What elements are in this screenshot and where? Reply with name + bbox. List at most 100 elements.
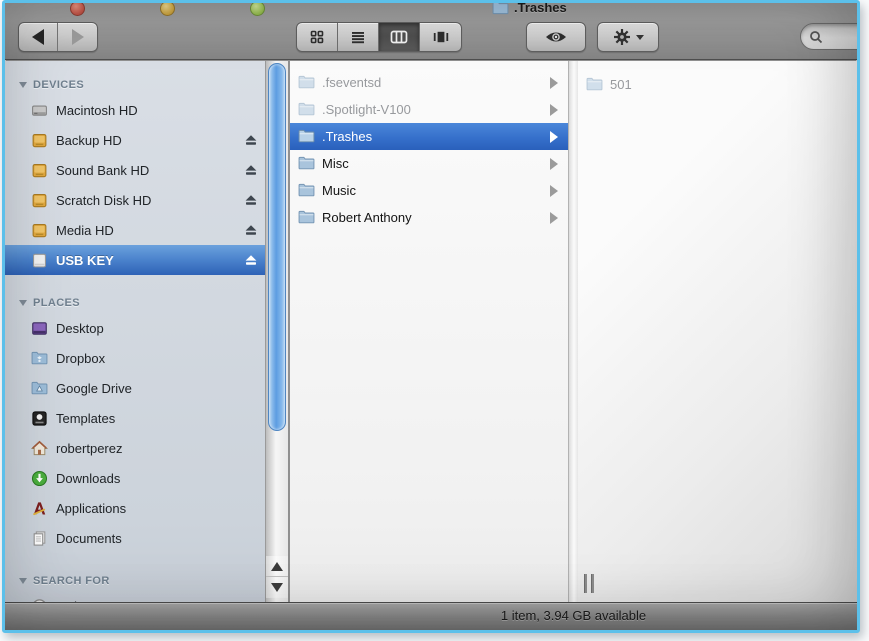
column-view-button[interactable]	[379, 23, 420, 51]
file-row-misc[interactable]: Misc	[290, 150, 568, 177]
sidebar-section-label: DEVICES	[33, 79, 84, 91]
sidebar-item-sound-bank-hd[interactable]: Sound Bank HD	[5, 155, 265, 185]
search-input[interactable]	[827, 30, 860, 44]
list-view-button[interactable]	[338, 23, 379, 51]
sidebar-item-label: Macintosh HD	[56, 103, 259, 118]
sidebar-item-google-drive[interactable]: Google Drive	[5, 373, 265, 403]
sidebar-item-dropbox[interactable]: Dropbox	[5, 343, 265, 373]
folder-icon	[298, 128, 315, 145]
column-divider[interactable]	[568, 61, 578, 602]
sidebar-item-usb-key[interactable]: USB KEY	[5, 245, 265, 275]
finder-window: .Trashes	[2, 0, 860, 633]
forward-arrow-icon	[72, 29, 84, 45]
folder-icon	[492, 0, 509, 15]
action-menu-button[interactable]	[597, 22, 659, 52]
templates-icon	[30, 409, 48, 427]
gdrive-folder-icon	[30, 379, 48, 397]
magnifier-icon	[809, 30, 823, 44]
sidebar-item-label: Dropbox	[56, 351, 259, 366]
disclosure-triangle-icon[interactable]	[19, 578, 27, 584]
window-title-text: .Trashes	[514, 0, 567, 15]
sidebar-section-gap	[5, 275, 265, 293]
sidebar-section-gap	[5, 553, 265, 571]
sidebar-item-downloads[interactable]: Downloads	[5, 463, 265, 493]
external-hd-icon	[30, 161, 48, 179]
sidebar-item-templates[interactable]: Templates	[5, 403, 265, 433]
eject-button[interactable]	[242, 132, 259, 149]
cover-flow-icon	[432, 29, 450, 45]
folder-icon	[298, 182, 315, 199]
sidebar-item-applications[interactable]: Applications	[5, 493, 265, 523]
back-button[interactable]	[19, 23, 58, 51]
quick-look-button[interactable]	[526, 22, 586, 52]
external-hd-icon	[30, 221, 48, 239]
sidebar-section-header-places[interactable]: PLACES	[5, 293, 265, 313]
folder-icon	[298, 101, 315, 118]
disclosure-triangle-icon[interactable]	[19, 300, 27, 306]
sidebar: DEVICES Macintosh HD Backup HD Sound Bank H…	[5, 61, 265, 602]
column-resize-handle[interactable]	[582, 574, 598, 594]
eye-icon	[544, 29, 568, 45]
eject-button[interactable]	[242, 222, 259, 239]
chevron-right-icon	[550, 158, 558, 170]
sidebar-section-label: PLACES	[33, 297, 80, 309]
folder-icon	[298, 74, 315, 91]
sidebar-item-documents[interactable]: Documents	[5, 523, 265, 553]
column-browser-column-2: 501	[578, 61, 857, 602]
scroll-down-button[interactable]	[266, 577, 288, 598]
file-row-music[interactable]: Music	[290, 177, 568, 204]
sidebar-item-media-hd[interactable]: Media HD	[5, 215, 265, 245]
eject-button[interactable]	[242, 192, 259, 209]
search-field[interactable]	[800, 23, 860, 50]
folder-icon	[298, 209, 315, 226]
sidebar-item-label: Downloads	[56, 471, 259, 486]
sidebar-item-label: Scratch Disk HD	[56, 193, 234, 208]
file-row-501[interactable]: 501	[578, 71, 857, 98]
sidebar-scrollbar[interactable]	[265, 61, 289, 602]
sidebar-item-label: Desktop	[56, 321, 259, 336]
sidebar-scrollbar-thumb[interactable]	[268, 63, 286, 431]
disclosure-triangle-icon[interactable]	[19, 82, 27, 88]
scroll-up-icon	[271, 562, 283, 571]
main-content: DEVICES Macintosh HD Backup HD Sound Bank H…	[5, 61, 857, 602]
sidebar-item-label: Backup HD	[56, 133, 234, 148]
icon-view-button[interactable]	[297, 23, 338, 51]
chevron-right-icon	[550, 131, 558, 143]
action-menu-arrow-icon	[636, 35, 644, 40]
documents-icon	[30, 529, 48, 547]
sidebar-item-scratch-disk-hd[interactable]: Scratch Disk HD	[5, 185, 265, 215]
eject-button[interactable]	[242, 252, 259, 269]
file-name: Misc	[322, 156, 539, 171]
file-row-robert-anthony[interactable]: Robert Anthony	[290, 204, 568, 231]
file-row-dot-fseventsd[interactable]: .fseventsd	[290, 69, 568, 96]
sidebar-item-label: Applications	[56, 501, 259, 516]
sidebar-section-header-search-for[interactable]: SEARCH FOR	[5, 571, 265, 591]
chevron-right-icon	[550, 212, 558, 224]
chevron-right-icon	[550, 104, 558, 116]
file-name: .fseventsd	[322, 75, 539, 90]
file-name: .Trashes	[322, 129, 539, 144]
file-row-dot-spotlight-v100[interactable]: .Spotlight-V100	[290, 96, 568, 123]
cover-flow-view-button[interactable]	[420, 23, 461, 51]
sidebar-item-desktop[interactable]: Desktop	[5, 313, 265, 343]
zoom-button[interactable]	[250, 1, 265, 16]
minimize-button[interactable]	[160, 1, 175, 16]
sidebar-item-label: USB KEY	[56, 253, 234, 268]
sidebar-item-today[interactable]: Today	[5, 591, 265, 602]
scroll-up-button[interactable]	[266, 556, 288, 577]
eject-button[interactable]	[242, 162, 259, 179]
sidebar-item-robertperez[interactable]: robertperez	[5, 433, 265, 463]
sidebar-scrollbar-arrows	[266, 556, 288, 598]
gear-icon	[613, 28, 631, 46]
file-name: Robert Anthony	[322, 210, 539, 225]
sidebar-item-backup-hd[interactable]: Backup HD	[5, 125, 265, 155]
sidebar-section-header-devices[interactable]: DEVICES	[5, 75, 265, 95]
sidebar-item-macintosh-hd[interactable]: Macintosh HD	[5, 95, 265, 125]
close-button[interactable]	[70, 1, 85, 16]
forward-button[interactable]	[58, 23, 97, 51]
external-hd-icon	[30, 191, 48, 209]
sidebar-item-label: Media HD	[56, 223, 234, 238]
file-name: Music	[322, 183, 539, 198]
screenshot-background: .Trashes	[0, 0, 869, 641]
file-row-dot-trashes[interactable]: .Trashes	[290, 123, 568, 150]
